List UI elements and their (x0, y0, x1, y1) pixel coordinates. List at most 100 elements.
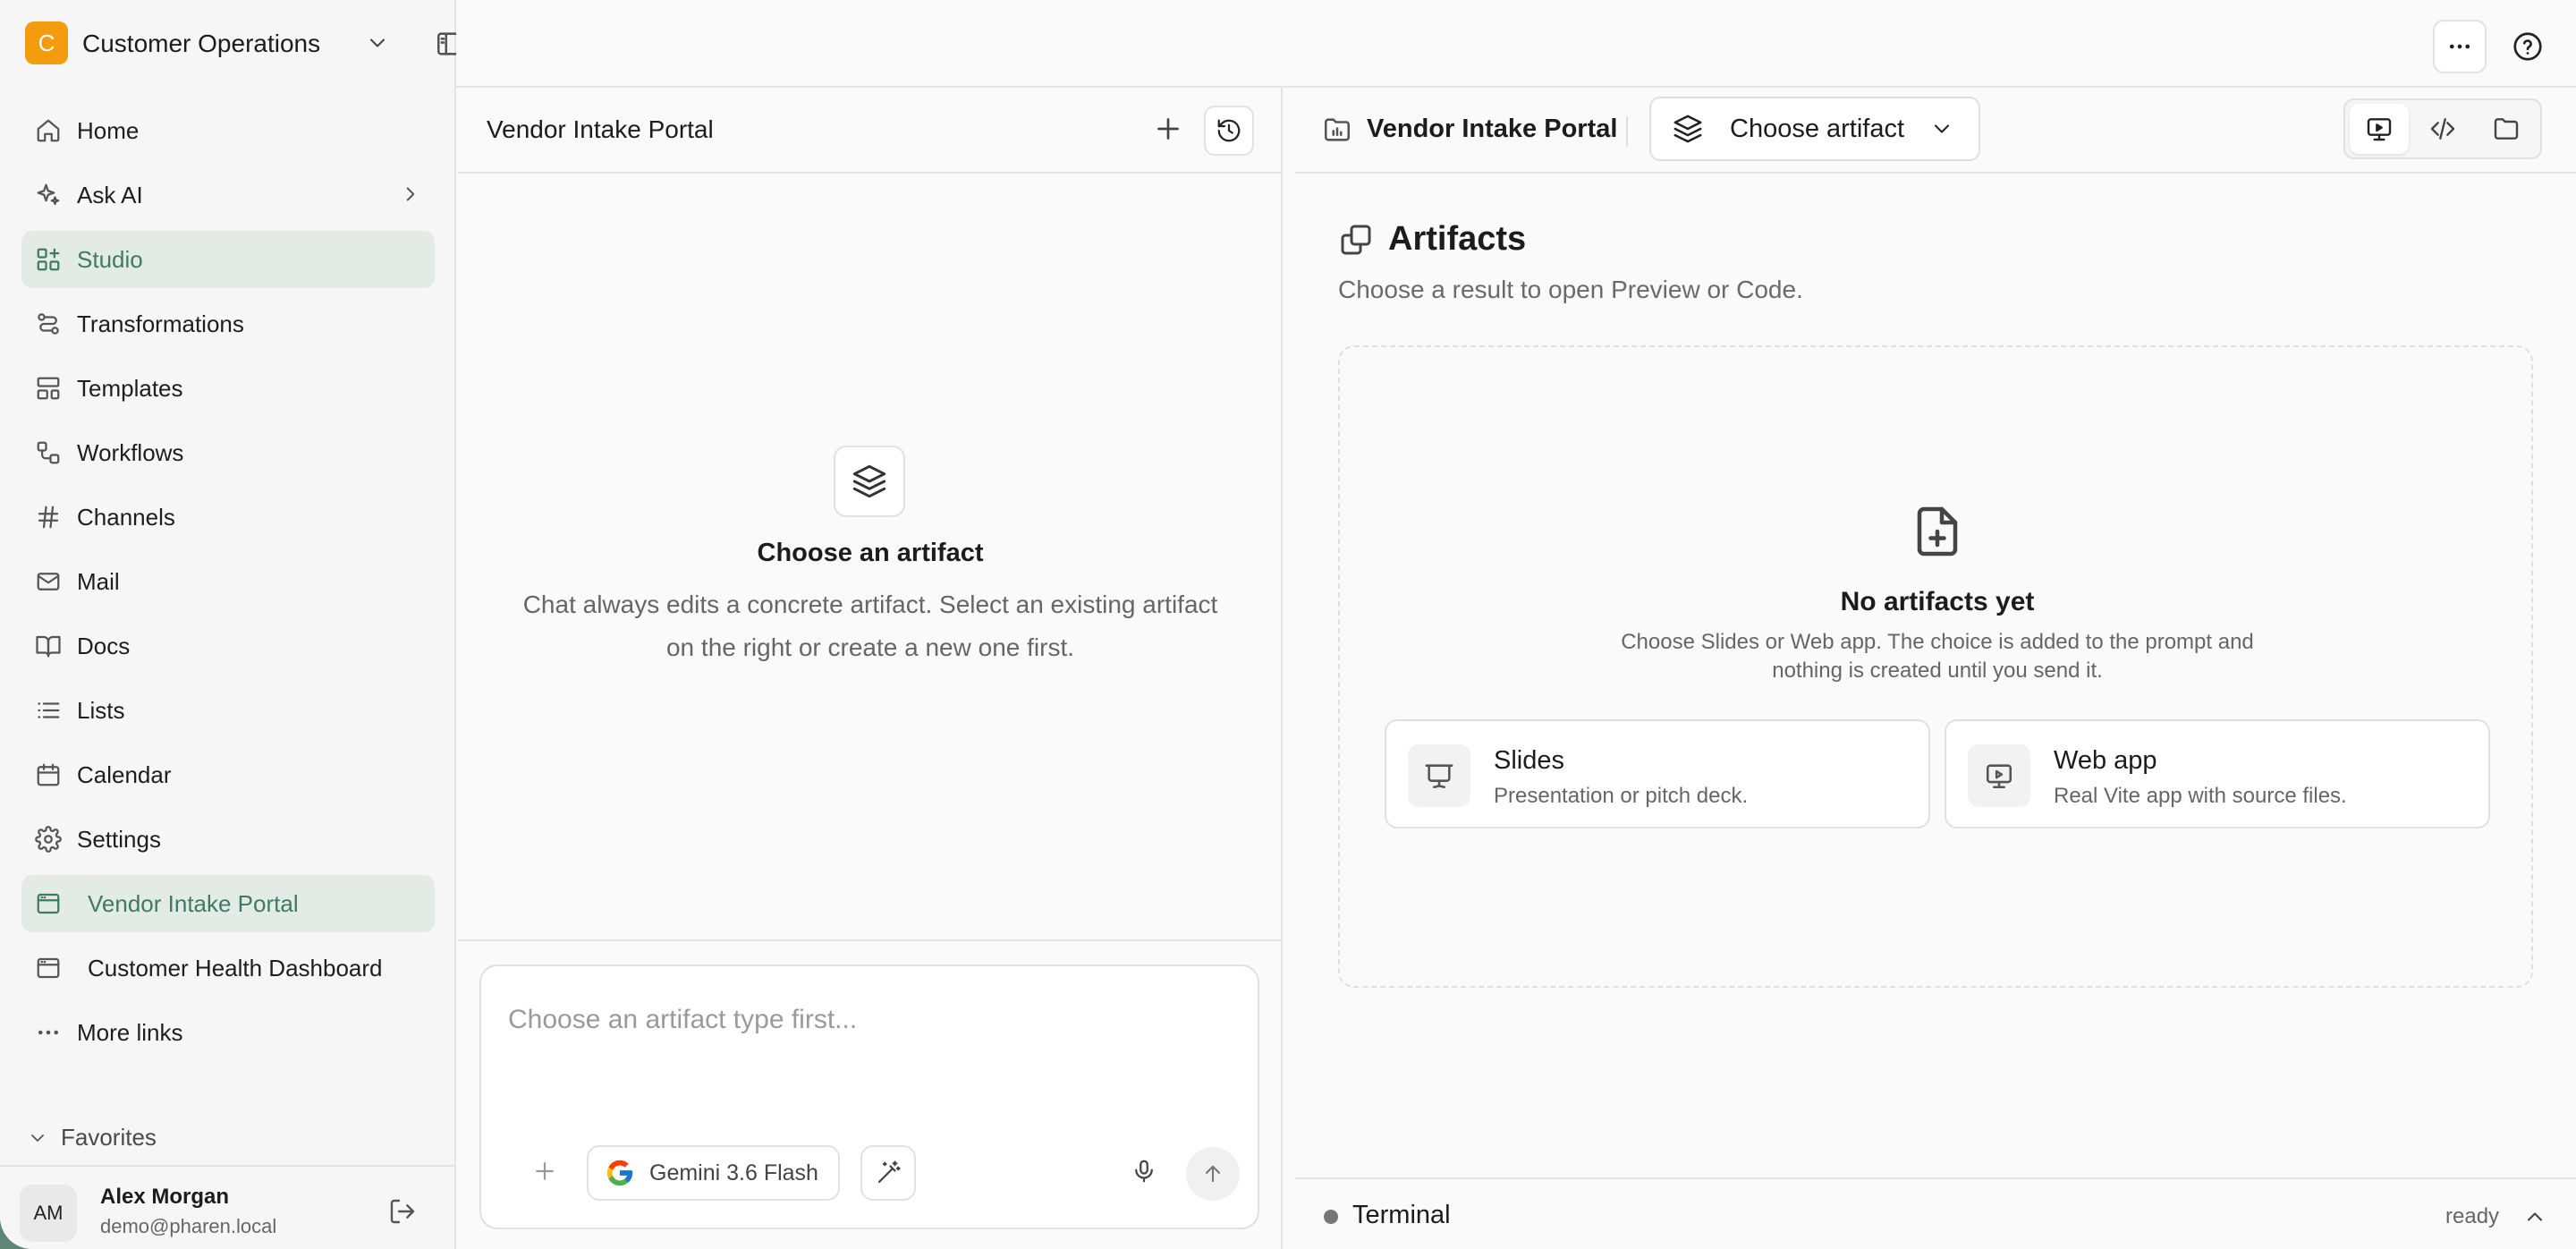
microphone-icon (1135, 1160, 1153, 1183)
microphone-button[interactable] (1131, 1158, 1157, 1185)
chat-panel: Vendor Intake Portal Choose an artifact … (458, 88, 1283, 1249)
sidebar-item-docs[interactable]: Docs (21, 617, 435, 675)
sidebar-item-transformations[interactable]: Transformations (21, 295, 435, 353)
divider (1626, 116, 1628, 147)
sidebar-item-label: Ask AI (77, 181, 143, 208)
sidebar-item-settings[interactable]: Settings (21, 811, 435, 868)
artifact-panel-title: Vendor Intake Portal (1367, 115, 1618, 143)
empty-state-description-line: Chat always edits a concrete artifact. S… (522, 591, 1218, 618)
home-icon (32, 115, 64, 147)
sidebar-item-label: Home (77, 116, 140, 144)
sidebar-item-home[interactable]: Home (21, 102, 435, 159)
layout-icon (32, 372, 64, 404)
sidebar-item-label: Vendor Intake Portal (88, 889, 299, 917)
presentation-icon (1408, 744, 1470, 807)
layers-icon (834, 446, 905, 517)
web-app-type-card[interactable]: Web app Real Vite app with source files. (1945, 719, 2490, 828)
sidebar-item-lists[interactable]: Lists (21, 682, 435, 739)
sidebar-item-templates[interactable]: Templates (21, 360, 435, 417)
sidebar-item-label: Templates (77, 374, 183, 402)
logout-icon[interactable] (388, 1197, 417, 1226)
layers-icon (1673, 114, 1703, 144)
sidebar-item-customer-health-dashboard[interactable]: Customer Health Dashboard (21, 939, 435, 997)
chevron-up-icon[interactable] (2522, 1204, 2547, 1229)
type-card-description: Real Vite app with source files. (2054, 784, 2347, 808)
file-plus-icon (1911, 505, 1964, 558)
avatar[interactable]: AM (20, 1185, 77, 1242)
preview-icon (2367, 118, 2392, 141)
new-chat-button[interactable] (1152, 113, 1184, 145)
grid-plus-icon (32, 243, 64, 276)
sidebar-item-studio[interactable]: Studio (21, 231, 435, 288)
attach-button[interactable] (531, 1158, 558, 1185)
empty-state-title: No artifacts yet (1840, 587, 2035, 616)
sidebar-item-label: Lists (77, 696, 125, 724)
chat-history-button[interactable] (1204, 106, 1254, 156)
terminal-label: Terminal (1352, 1201, 1451, 1229)
chat-header: Vendor Intake Portal (458, 88, 1283, 174)
favorites-toggle[interactable]: Favorites (27, 1124, 157, 1151)
workspace-avatar: C (25, 21, 68, 64)
preview-mode-button[interactable] (2350, 104, 2409, 154)
sidebar-item-ask-ai[interactable]: Ask AI (21, 166, 435, 224)
sidebar-item-more-links[interactable]: More links (21, 1004, 435, 1061)
chat-input[interactable] (508, 998, 1224, 1041)
type-card-title: Web app (2054, 746, 2157, 775)
help-circle-icon (2513, 32, 2542, 61)
terminal-status-dot (1324, 1210, 1338, 1224)
sidebar-item-label: Settings (77, 825, 161, 853)
more-options-button[interactable] (2433, 20, 2487, 73)
divider (458, 939, 1281, 941)
book-icon (32, 630, 64, 662)
more-horizontal-icon (32, 1016, 64, 1049)
artifacts-subheading: Choose a result to open Preview or Code. (1338, 276, 1803, 303)
empty-state-description-line: on the right or create a new one first. (665, 633, 1075, 661)
folder-chart-icon (1322, 115, 1352, 145)
artifact-panel: Vendor Intake Portal Choose artifact Art… (1295, 88, 2576, 1249)
type-card-title: Slides (1494, 746, 1564, 775)
type-card-description: Presentation or pitch deck. (1494, 784, 1749, 808)
sidebar-item-mail[interactable]: Mail (21, 553, 435, 610)
sidebar-item-workflows[interactable]: Workflows (21, 424, 435, 481)
sidebar-item-label: Workflows (77, 438, 184, 466)
model-selector-button[interactable]: Gemini 3.6 Flash (587, 1145, 840, 1201)
sidebar-item-label: More links (77, 1018, 183, 1046)
sidebar-item-label: Customer Health Dashboard (88, 954, 383, 981)
terminal-bar[interactable]: Terminal ready (1295, 1177, 2576, 1249)
workspace-switcher[interactable]: C Customer Operations (25, 21, 463, 64)
gear-icon (32, 823, 64, 855)
sidebar-item-label: Calendar (77, 760, 172, 788)
code-mode-button[interactable] (2413, 104, 2472, 154)
slides-type-card[interactable]: Slides Presentation or pitch deck. (1385, 719, 1930, 828)
choose-artifact-dropdown[interactable]: Choose artifact (1649, 97, 1980, 161)
sidebar-item-label: Mail (77, 567, 120, 595)
arrow-up-icon (1205, 1165, 1221, 1183)
sidebar-item-vendor-intake-portal[interactable]: Vendor Intake Portal (21, 875, 435, 932)
chevron-down-icon (1929, 116, 1954, 141)
files-mode-button[interactable] (2477, 104, 2536, 154)
chevron-down-icon (365, 30, 390, 55)
enhance-prompt-button[interactable] (860, 1145, 916, 1201)
app-window: C Customer Operations Home Ask AI Studio… (0, 0, 2576, 1249)
browser-window-icon (32, 952, 64, 984)
sidebar-item-channels[interactable]: Channels (21, 489, 435, 546)
choose-artifact-label: Choose artifact (1730, 114, 1905, 143)
help-button[interactable] (2501, 20, 2555, 73)
empty-state-description: Choose Slides or Web app. The choice is … (1580, 628, 2295, 685)
sidebar: C Customer Operations Home Ask AI Studio… (0, 0, 463, 1249)
artifacts-empty-state: No artifacts yet Choose Slides or Web ap… (1338, 345, 2533, 988)
user-name: Alex Morgan (100, 1185, 230, 1209)
top-bar (456, 0, 2576, 88)
calendar-icon (32, 759, 64, 791)
mail-icon (32, 565, 64, 598)
hash-icon (32, 501, 64, 533)
view-mode-switch (2343, 98, 2542, 159)
chevron-right-icon (399, 183, 422, 206)
monitor-play-icon (1968, 744, 2030, 807)
chevron-down-icon (31, 1134, 44, 1142)
sidebar-item-label: Studio (77, 245, 143, 273)
model-label: Gemini 3.6 Flash (649, 1160, 818, 1185)
sidebar-item-calendar[interactable]: Calendar (21, 746, 435, 803)
browser-window-icon (32, 888, 64, 920)
send-button[interactable] (1186, 1147, 1240, 1201)
